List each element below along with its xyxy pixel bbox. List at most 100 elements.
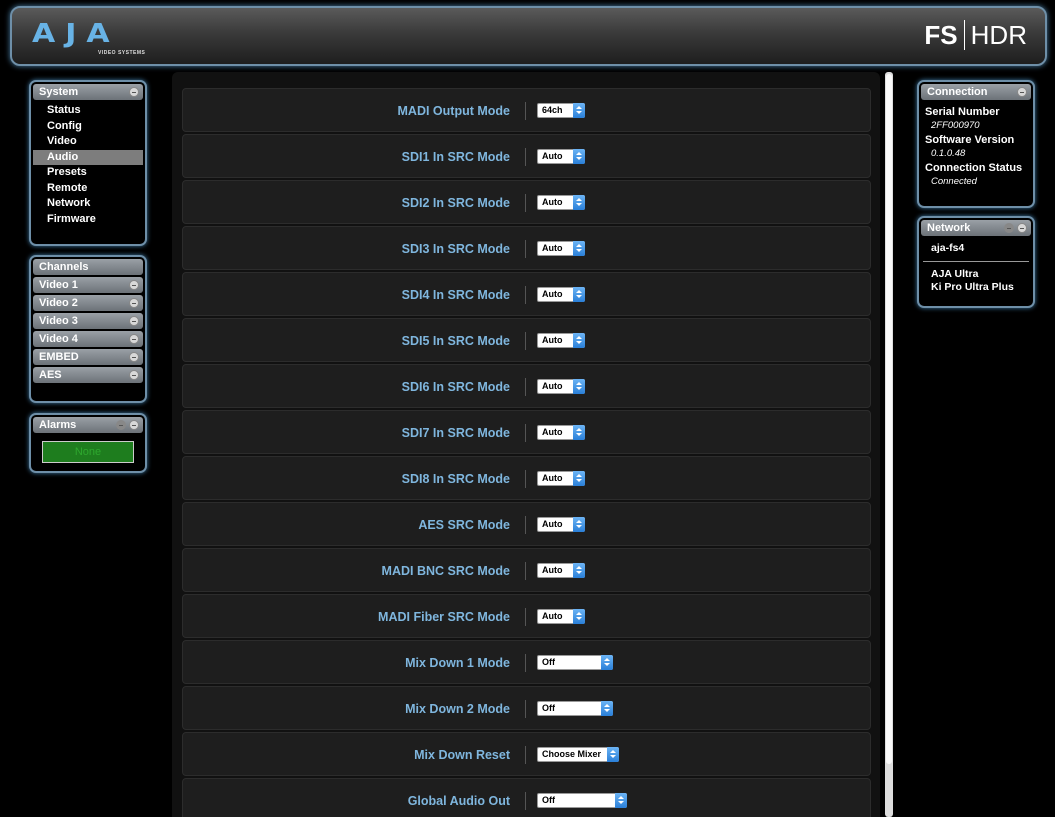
channel-item-aes[interactable]: AES	[33, 367, 143, 383]
row-divider	[525, 424, 526, 442]
network-panel-header[interactable]: Network	[921, 220, 1031, 236]
dropdown-arrow-icon[interactable]	[573, 333, 585, 348]
channels-panel-header: Channels	[33, 259, 143, 275]
row-divider	[525, 240, 526, 258]
sidebar-item-video[interactable]: Video	[31, 134, 145, 150]
dropdown-arrow-icon[interactable]	[601, 701, 613, 716]
row-divider	[525, 516, 526, 534]
channel-item-video-1[interactable]: Video 1	[33, 277, 143, 293]
channel-item-label: Video 1	[39, 279, 78, 291]
dropdown-arrow-icon[interactable]	[573, 471, 585, 486]
setting-label: SDI3 In SRC Mode	[401, 242, 510, 256]
channel-item-embed[interactable]: EMBED	[33, 349, 143, 365]
serial-number-value: 2FF000970	[931, 120, 980, 131]
select-value: Auto	[542, 243, 563, 253]
collapse-icon[interactable]	[129, 87, 139, 97]
expand-icon[interactable]	[129, 352, 139, 362]
setting-select[interactable]: Auto	[537, 379, 585, 394]
select-value: Off	[542, 795, 555, 805]
setting-select[interactable]: Auto	[537, 241, 585, 256]
collapse-icon[interactable]	[1017, 223, 1027, 233]
row-divider	[525, 148, 526, 166]
expand-icon[interactable]	[129, 334, 139, 344]
collapse-icon[interactable]	[1017, 87, 1027, 97]
product-divider	[963, 20, 965, 51]
setting-select[interactable]: Auto	[537, 287, 585, 302]
dropdown-arrow-icon[interactable]	[573, 425, 585, 440]
channel-item-video-2[interactable]: Video 2	[33, 295, 143, 311]
setting-label: MADI Fiber SRC Mode	[378, 610, 510, 624]
refresh-icon[interactable]	[1004, 223, 1014, 233]
setting-select[interactable]: Off	[537, 701, 613, 716]
alarms-panel-header[interactable]: Alarms	[33, 417, 143, 433]
dropdown-arrow-icon[interactable]	[573, 609, 585, 624]
serial-number-label: Serial Number	[925, 106, 1000, 118]
expand-icon[interactable]	[129, 298, 139, 308]
channel-item-label: Video 2	[39, 297, 78, 309]
setting-select[interactable]: Auto	[537, 425, 585, 440]
setting-select[interactable]: Auto	[537, 195, 585, 210]
sidebar-item-firmware[interactable]: Firmware	[31, 212, 145, 228]
dropdown-arrow-icon[interactable]	[573, 517, 585, 532]
dropdown-arrow-icon[interactable]	[615, 793, 627, 808]
network-device-item[interactable]: Ki Pro Ultra Plus	[919, 281, 1033, 294]
select-value: Auto	[542, 565, 563, 575]
row-divider	[525, 654, 526, 672]
select-value: Auto	[542, 197, 563, 207]
sidebar-item-audio[interactable]: Audio	[33, 149, 143, 165]
setting-select[interactable]: 64ch	[537, 103, 585, 118]
collapse-icon[interactable]	[129, 420, 139, 430]
channels-panel: Channels Video 1 Video 2 Video 3 Video 4 EMB…	[29, 255, 147, 403]
setting-row: SDI3 In SRC Mode Auto	[182, 226, 871, 270]
select-value: Auto	[542, 289, 563, 299]
expand-icon[interactable]	[129, 370, 139, 380]
product-name: FS HDR	[924, 20, 1027, 54]
dropdown-arrow-icon[interactable]	[601, 655, 613, 670]
setting-select[interactable]: Auto	[537, 609, 585, 624]
scrollbar-thumb[interactable]	[886, 74, 892, 764]
sidebar-item-config[interactable]: Config	[31, 119, 145, 135]
select-value: Auto	[542, 381, 563, 391]
setting-select[interactable]: Off	[537, 793, 627, 808]
refresh-icon[interactable]	[116, 420, 126, 430]
setting-select[interactable]: Auto	[537, 517, 585, 532]
expand-icon[interactable]	[129, 280, 139, 290]
dropdown-arrow-icon[interactable]	[573, 103, 585, 118]
setting-select[interactable]: Auto	[537, 563, 585, 578]
vertical-scrollbar[interactable]	[885, 72, 893, 817]
sidebar-item-status[interactable]: Status	[31, 103, 145, 119]
setting-row: MADI BNC SRC Mode Auto	[182, 548, 871, 592]
dropdown-arrow-icon[interactable]	[607, 747, 619, 762]
connection-panel-header[interactable]: Connection	[921, 84, 1031, 100]
channel-item-label: Video 3	[39, 315, 78, 327]
dropdown-arrow-icon[interactable]	[573, 563, 585, 578]
network-current-device[interactable]: aja-fs4	[919, 242, 1033, 255]
setting-select[interactable]: Auto	[537, 333, 585, 348]
channel-item-video-3[interactable]: Video 3	[33, 313, 143, 329]
system-panel-header[interactable]: System	[33, 84, 143, 100]
row-divider	[525, 792, 526, 810]
setting-select[interactable]: Choose Mixer	[537, 747, 619, 762]
select-value: Auto	[542, 611, 563, 621]
dropdown-arrow-icon[interactable]	[573, 241, 585, 256]
setting-select[interactable]: Off	[537, 655, 613, 670]
setting-row: SDI2 In SRC Mode Auto	[182, 180, 871, 224]
row-divider	[525, 562, 526, 580]
network-device-item[interactable]: AJA Ultra	[919, 268, 1033, 281]
dropdown-arrow-icon[interactable]	[573, 149, 585, 164]
channel-list: Video 1 Video 2 Video 3 Video 4 EMBED AES	[31, 277, 145, 383]
sidebar-item-remote[interactable]: Remote	[31, 181, 145, 197]
row-divider	[525, 470, 526, 488]
sidebar-item-presets[interactable]: Presets	[31, 165, 145, 181]
sidebar-item-network[interactable]: Network	[31, 196, 145, 212]
setting-select[interactable]: Auto	[537, 471, 585, 486]
dropdown-arrow-icon[interactable]	[573, 287, 585, 302]
setting-select[interactable]: Auto	[537, 149, 585, 164]
dropdown-arrow-icon[interactable]	[573, 379, 585, 394]
logo-text: AJA	[32, 19, 120, 49]
channel-item-video-4[interactable]: Video 4	[33, 331, 143, 347]
select-value: Off	[542, 657, 555, 667]
dropdown-arrow-icon[interactable]	[573, 195, 585, 210]
expand-icon[interactable]	[129, 316, 139, 326]
setting-label: SDI4 In SRC Mode	[401, 288, 510, 302]
